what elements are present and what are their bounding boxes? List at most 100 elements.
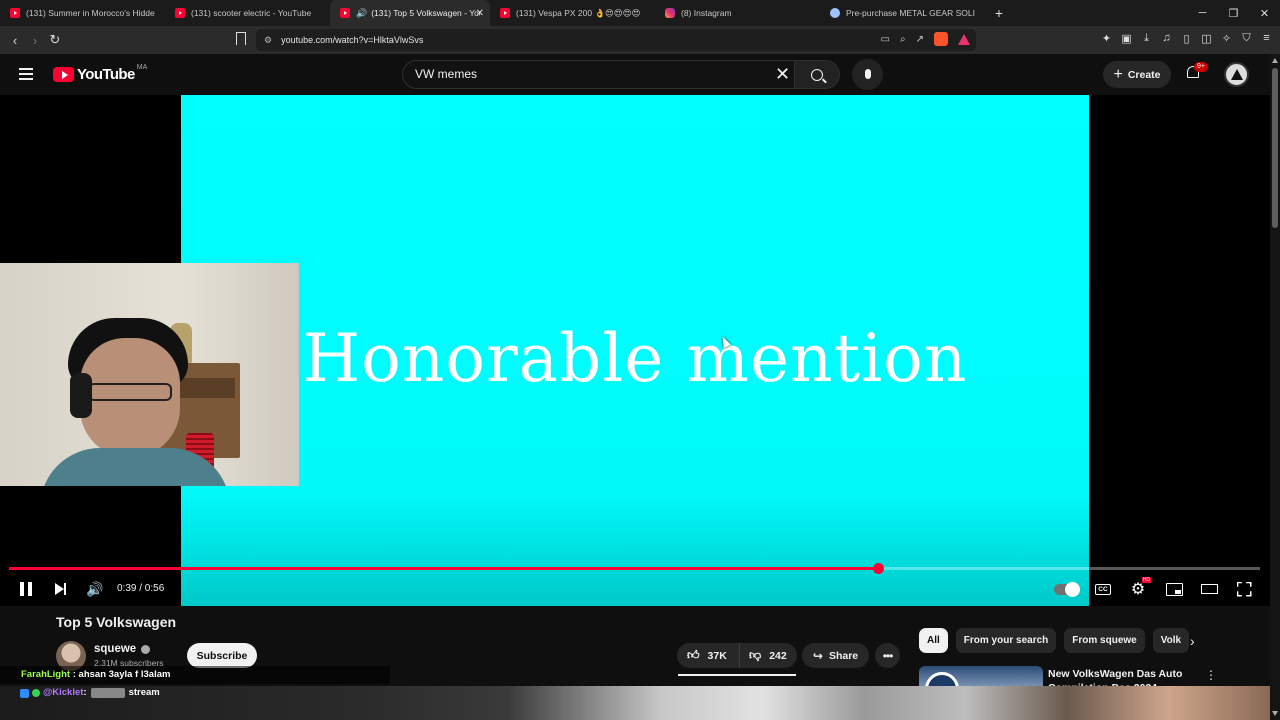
- pause-icon[interactable]: [18, 579, 34, 599]
- speaker-icon[interactable]: 🔊: [356, 8, 367, 19]
- brave-shields-icon[interactable]: [934, 32, 948, 46]
- search-input[interactable]: VW memes: [415, 61, 477, 88]
- leo-icon[interactable]: ◫: [1201, 32, 1212, 45]
- share-page-icon[interactable]: ↗: [916, 34, 924, 45]
- channel-name[interactable]: squewe: [94, 643, 151, 655]
- chevron-right-icon[interactable]: ›: [1190, 633, 1195, 649]
- download-icon[interactable]: ⤓: [1141, 32, 1152, 45]
- reload-icon[interactable]: ↻: [45, 32, 65, 48]
- instagram-icon: [665, 8, 675, 18]
- youtube-icon: [500, 8, 510, 18]
- browser-toolbar: ‹ › ↻ ⚙ youtube.com/watch?v=HlktaVlwSvs …: [0, 26, 1280, 54]
- brave-rewards-icon[interactable]: [958, 33, 970, 45]
- scrollbar-thumb[interactable]: [1272, 68, 1278, 228]
- country-code: MA: [136, 64, 148, 71]
- guide-menu-icon[interactable]: [19, 68, 33, 80]
- scroll-down-icon[interactable]: [1272, 711, 1278, 716]
- like-ratio-bar: [678, 674, 796, 676]
- stream-chat-overlay: FarahLight : ahsan 3ayla f l3alam @Kickl…: [0, 666, 390, 702]
- close-tab-icon[interactable]: ✕: [476, 8, 484, 19]
- sidebar-icon[interactable]: ▯: [1181, 32, 1192, 45]
- chip-volkswagen[interactable]: Volk: [1152, 628, 1190, 653]
- browser-tab[interactable]: (131) Summer in Morocco's Hidden S: [0, 0, 165, 26]
- more-actions-button[interactable]: •••: [875, 643, 900, 668]
- video-caption-text: Honorable mention: [302, 320, 968, 397]
- channel-name-text[interactable]: squewe: [94, 643, 136, 655]
- youtube-play-icon: [53, 67, 74, 82]
- miniplayer-icon[interactable]: [1164, 579, 1184, 599]
- youtube-icon: [10, 8, 20, 18]
- settings-gear-icon[interactable]: ⚙ HD: [1128, 577, 1151, 599]
- subtitles-icon[interactable]: CC: [1094, 579, 1112, 599]
- dislike-count: 242: [769, 649, 787, 662]
- chat-message: FarahLight : ahsan 3ayla f l3alam: [0, 666, 390, 684]
- search-button[interactable]: [794, 61, 839, 88]
- like-button[interactable]: 👍︎ 37K: [677, 643, 740, 668]
- chat-text: stream: [128, 687, 160, 698]
- minimize-icon[interactable]: ─: [1187, 7, 1218, 19]
- forward-icon[interactable]: ›: [25, 33, 45, 48]
- new-tab-button[interactable]: +: [989, 5, 1009, 21]
- autoplay-toggle[interactable]: [1053, 579, 1080, 599]
- notifications-button[interactable]: 9+: [1185, 62, 1208, 82]
- chip-from-your-search[interactable]: From your search: [955, 628, 1057, 653]
- create-label: Create: [1127, 68, 1161, 81]
- like-dislike-group: 👍︎ 37K 👎︎ 242: [677, 643, 797, 668]
- menu-icon[interactable]: ≡: [1261, 32, 1272, 45]
- wallet-icon[interactable]: ▣: [1121, 32, 1132, 45]
- close-window-icon[interactable]: ✕: [1249, 7, 1280, 20]
- youtube-logo[interactable]: YouTube MA: [53, 64, 148, 83]
- dislike-button[interactable]: 👎︎ 242: [740, 648, 787, 663]
- related-filter-chips: All From your search From squewe Volk: [919, 628, 1209, 653]
- youtube-icon: [340, 8, 350, 18]
- share-button[interactable]: ↪ Share: [802, 643, 869, 668]
- chat-username: FarahLight: [21, 669, 71, 680]
- time-display: 0:39 / 0:56: [117, 583, 165, 594]
- search-icon: [811, 68, 823, 81]
- voice-search-button[interactable]: [852, 59, 883, 90]
- site-info-icon[interactable]: ⚙: [264, 35, 272, 46]
- tab-title: (131) Summer in Morocco's Hidden S: [26, 8, 155, 18]
- volume-icon[interactable]: 🔊: [86, 579, 104, 599]
- recommendation-menu-icon[interactable]: ⋮: [1205, 668, 1217, 682]
- ai-icon[interactable]: ✧: [1221, 32, 1232, 45]
- browser-tab[interactable]: Pre-purchase METAL GEAR SOLID Δ: [820, 0, 985, 26]
- video-frame[interactable]: Honorable mention: [181, 95, 1089, 606]
- restore-icon[interactable]: ❐: [1218, 7, 1249, 20]
- progress-bar[interactable]: [9, 563, 1260, 574]
- browser-tab-active[interactable]: 🔊 (131) Top 5 Volkswagen - You ✕: [330, 0, 490, 26]
- chat-message: @Kicklet : stream: [0, 684, 390, 702]
- browser-tab[interactable]: (131) scooter electric - YouTube: [165, 0, 330, 26]
- extension-toolbar: ✦ ▣ ⤓ ♫ ▯ ◫ ✧ ⛉ ≡: [1101, 32, 1272, 45]
- theater-mode-icon[interactable]: [1199, 579, 1219, 599]
- clear-search-icon[interactable]: ✕: [775, 65, 790, 83]
- steam-icon: [830, 8, 840, 18]
- page-scrollbar[interactable]: [1270, 54, 1280, 720]
- thumbs-down-icon: 👎︎: [749, 648, 762, 662]
- subscribe-button[interactable]: Subscribe: [187, 643, 257, 668]
- account-avatar[interactable]: [1224, 62, 1249, 87]
- cast-icon[interactable]: ▭: [881, 34, 890, 45]
- browser-tab-strip: (131) Summer in Morocco's Hidden S (131)…: [0, 0, 1280, 26]
- url-text[interactable]: youtube.com/watch?v=HlktaVlwSvs: [281, 35, 423, 45]
- vpn-icon[interactable]: ⛉: [1241, 32, 1252, 45]
- tab-title: (131) Top 5 Volkswagen - You: [371, 8, 480, 18]
- chip-all[interactable]: All: [919, 628, 948, 653]
- scroll-up-icon[interactable]: [1272, 58, 1278, 63]
- bookmark-icon[interactable]: [236, 32, 246, 45]
- video-player[interactable]: Honorable mention 🔊 0:39 / 0:56 CC ⚙ HD: [0, 95, 1270, 606]
- chip-from-channel[interactable]: From squewe: [1064, 628, 1145, 653]
- plus-icon: +: [1113, 65, 1123, 83]
- address-bar[interactable]: ⚙ youtube.com/watch?v=HlktaVlwSvs ▭ ⌕ ↗: [256, 29, 976, 51]
- zoom-icon[interactable]: ⌕: [900, 34, 906, 45]
- search-box[interactable]: VW memes ✕: [402, 60, 840, 89]
- fullscreen-icon[interactable]: [1234, 579, 1254, 599]
- extensions-icon[interactable]: ✦: [1101, 32, 1112, 45]
- browser-tab[interactable]: (131) Vespa PX 200 👌😍😍😍😍: [490, 0, 655, 26]
- create-button[interactable]: + Create: [1103, 61, 1171, 88]
- media-icon[interactable]: ♫: [1161, 32, 1172, 45]
- share-label: Share: [828, 649, 859, 662]
- browser-tab[interactable]: (8) Instagram: [655, 0, 820, 26]
- back-icon[interactable]: ‹: [5, 33, 25, 48]
- next-icon[interactable]: [52, 579, 68, 599]
